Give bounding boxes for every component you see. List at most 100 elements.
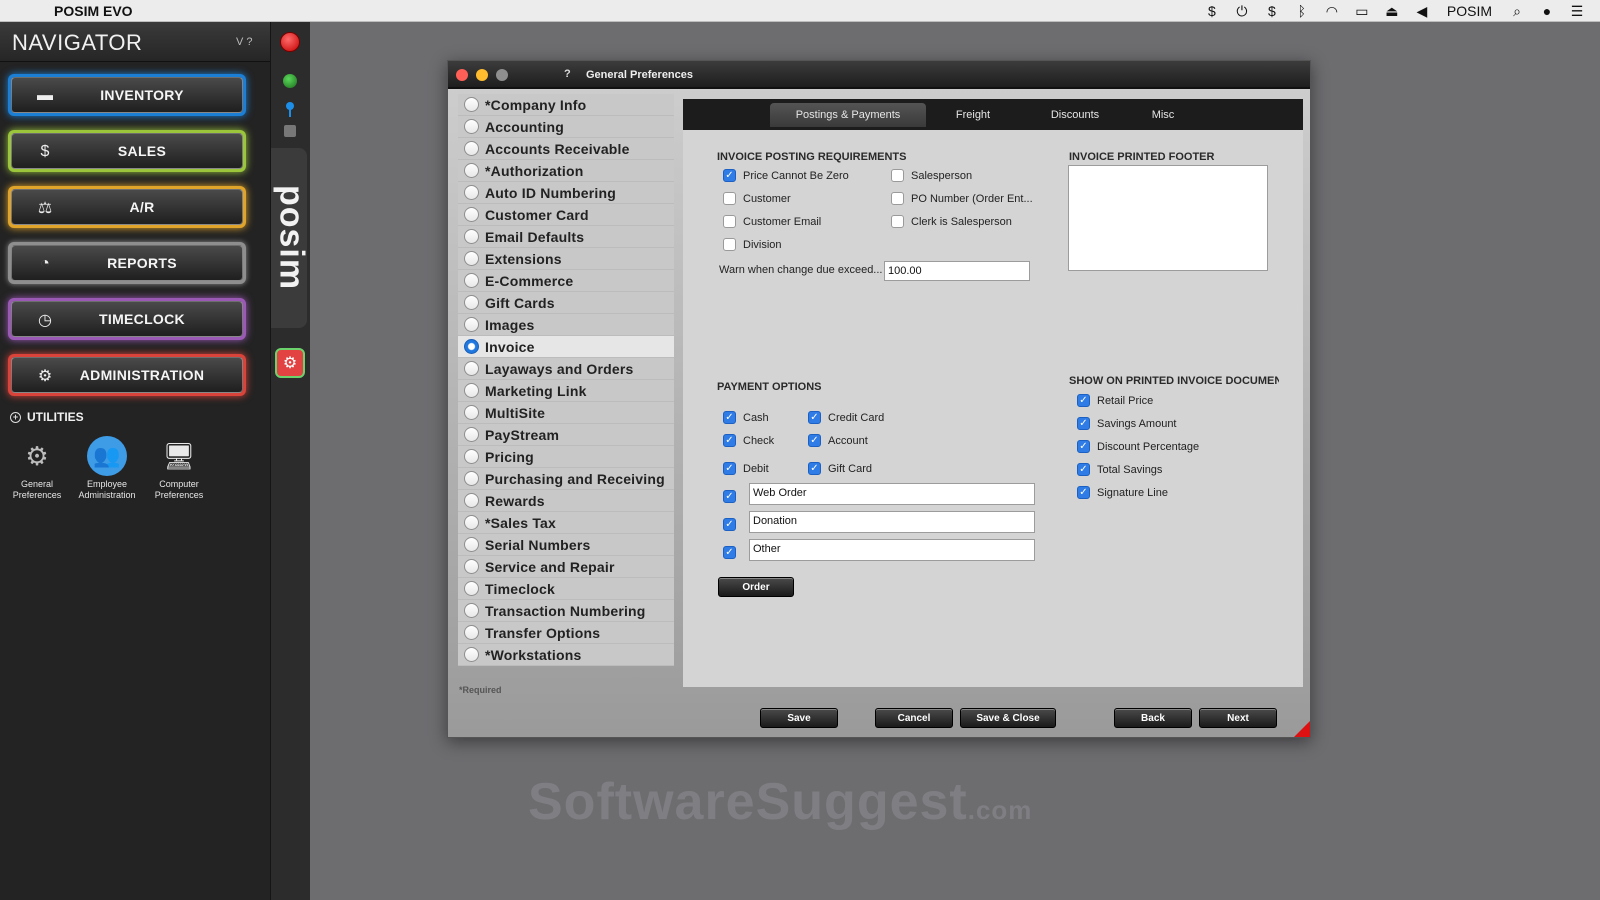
customer-checkbox[interactable]: Customer bbox=[723, 192, 791, 205]
eject-icon[interactable]: ⏏ bbox=[1383, 2, 1401, 20]
resize-grip-icon[interactable] bbox=[1294, 721, 1310, 737]
order-button[interactable]: Order bbox=[718, 577, 794, 597]
radio-icon[interactable] bbox=[464, 97, 479, 112]
custom-payment-2-checkbox[interactable]: ✓ bbox=[723, 518, 743, 531]
division-checkbox[interactable]: Division bbox=[723, 238, 782, 251]
radio-icon[interactable] bbox=[464, 471, 479, 486]
radio-icon[interactable] bbox=[464, 405, 479, 420]
sales-button[interactable]: $ SALES bbox=[8, 130, 246, 172]
price-cannot-be-zero-checkbox[interactable]: ✓ Price Cannot Be Zero bbox=[723, 169, 849, 182]
radio-icon[interactable] bbox=[464, 625, 479, 640]
check-checkbox[interactable]: ✓ Check bbox=[723, 434, 774, 447]
pref-item-extensions[interactable]: Extensions bbox=[458, 248, 674, 270]
pref-item-gift-cards[interactable]: Gift Cards bbox=[458, 292, 674, 314]
tab-discounts[interactable]: Discounts bbox=[1030, 103, 1120, 127]
po-number-checkbox[interactable]: PO Number (Order Ent... bbox=[891, 192, 1033, 205]
pref-item-email-defaults[interactable]: Email Defaults bbox=[458, 226, 674, 248]
cash-checkbox[interactable]: ✓ Cash bbox=[723, 411, 769, 424]
inventory-button[interactable]: ▬ INVENTORY bbox=[8, 74, 246, 116]
radio-icon[interactable] bbox=[464, 537, 479, 552]
next-button[interactable]: Next bbox=[1199, 708, 1277, 728]
radio-icon[interactable] bbox=[464, 295, 479, 310]
radio-icon[interactable] bbox=[464, 383, 479, 398]
pref-item-timeclock[interactable]: Timeclock bbox=[458, 578, 674, 600]
radio-icon[interactable] bbox=[464, 515, 479, 530]
dollar-circle-icon[interactable]: $ bbox=[1203, 2, 1221, 20]
custom-payment-3-input[interactable]: Other bbox=[749, 539, 1035, 561]
discount-percentage-checkbox[interactable]: ✓ Discount Percentage bbox=[1077, 440, 1199, 453]
radio-icon[interactable] bbox=[464, 449, 479, 464]
pref-item-transfer-options[interactable]: Transfer Options bbox=[458, 622, 674, 644]
pref-item-service-and-repair[interactable]: Service and Repair bbox=[458, 556, 674, 578]
employee-administration-utility[interactable]: 👥 Employee Administration bbox=[72, 436, 142, 501]
printed-footer-textarea[interactable] bbox=[1068, 165, 1268, 271]
radio-icon[interactable] bbox=[464, 229, 479, 244]
salesperson-checkbox[interactable]: Salesperson bbox=[891, 169, 972, 182]
timeclock-button[interactable]: ◷ TIMECLOCK bbox=[8, 298, 246, 340]
airplay-icon[interactable]: ▭ bbox=[1353, 2, 1371, 20]
signature-line-checkbox[interactable]: ✓ Signature Line bbox=[1077, 486, 1168, 499]
radio-icon[interactable] bbox=[464, 559, 479, 574]
retail-price-checkbox[interactable]: ✓ Retail Price bbox=[1077, 394, 1153, 407]
pref-item-accounts-receivable[interactable]: Accounts Receivable bbox=[458, 138, 674, 160]
radio-icon[interactable] bbox=[464, 163, 479, 178]
custom-payment-1-input[interactable]: Web Order bbox=[749, 483, 1035, 505]
clerk-is-salesperson-checkbox[interactable]: Clerk is Salesperson bbox=[891, 215, 1012, 228]
bolt-dollar-icon[interactable]: $ bbox=[1263, 2, 1281, 20]
customer-email-checkbox[interactable]: Customer Email bbox=[723, 215, 821, 228]
pref-item-rewards[interactable]: Rewards bbox=[458, 490, 674, 512]
reports-button[interactable]: ◔ REPORTS bbox=[8, 242, 246, 284]
menu-user-name[interactable]: POSIM bbox=[1447, 3, 1492, 19]
close-navigator-icon[interactable] bbox=[280, 32, 300, 52]
radio-icon[interactable] bbox=[464, 339, 479, 354]
custom-payment-2-input[interactable]: Donation bbox=[749, 511, 1035, 533]
navigator-version-help[interactable]: V ? bbox=[236, 36, 253, 48]
radio-icon[interactable] bbox=[464, 317, 479, 332]
pref-item-purchasing-and-receiving[interactable]: Purchasing and Receiving bbox=[458, 468, 674, 490]
settings-gear-icon[interactable]: ⚙ bbox=[275, 348, 305, 378]
radio-icon[interactable] bbox=[464, 361, 479, 376]
savings-amount-checkbox[interactable]: ✓ Savings Amount bbox=[1077, 417, 1177, 430]
lock-icon[interactable] bbox=[284, 125, 296, 137]
power-icon[interactable]: ⏻ bbox=[1233, 2, 1251, 20]
help-icon[interactable]: ? bbox=[564, 68, 571, 80]
pref-item-images[interactable]: Images bbox=[458, 314, 674, 336]
siri-icon[interactable]: ● bbox=[1538, 2, 1556, 20]
radio-icon[interactable] bbox=[464, 207, 479, 222]
custom-payment-3-checkbox[interactable]: ✓ bbox=[723, 546, 743, 559]
pref-item-customer-card[interactable]: Customer Card bbox=[458, 204, 674, 226]
notification-center-icon[interactable]: ☰ bbox=[1568, 2, 1586, 20]
administration-button[interactable]: ⚙ ADMINISTRATION bbox=[8, 354, 246, 396]
radio-icon[interactable] bbox=[464, 603, 479, 618]
pref-item-company-info[interactable]: *Company Info bbox=[458, 94, 674, 116]
pref-item-accounting[interactable]: Accounting bbox=[458, 116, 674, 138]
volume-icon[interactable]: ◀ bbox=[1413, 2, 1431, 20]
radio-icon[interactable] bbox=[464, 493, 479, 508]
cancel-button[interactable]: Cancel bbox=[875, 708, 953, 728]
total-savings-checkbox[interactable]: ✓ Total Savings bbox=[1077, 463, 1162, 476]
tab-freight[interactable]: Freight bbox=[936, 103, 1010, 127]
radio-icon[interactable] bbox=[464, 273, 479, 288]
custom-payment-1-checkbox[interactable]: ✓ bbox=[723, 490, 743, 503]
pref-item-sales-tax[interactable]: *Sales Tax bbox=[458, 512, 674, 534]
pref-item-pricing[interactable]: Pricing bbox=[458, 446, 674, 468]
radio-icon[interactable] bbox=[464, 185, 479, 200]
computer-preferences-utility[interactable]: 🖥 Computer Preferences bbox=[144, 436, 214, 501]
pref-item-workstations[interactable]: *Workstations bbox=[458, 644, 674, 666]
pref-item-e-commerce[interactable]: E-Commerce bbox=[458, 270, 674, 292]
warn-change-due-input[interactable]: 100.00 bbox=[884, 261, 1030, 281]
general-preferences-utility[interactable]: ⚙ General Preferences bbox=[2, 436, 72, 501]
app-menu-name[interactable]: POSIM EVO bbox=[54, 3, 133, 19]
pref-item-invoice[interactable]: Invoice bbox=[458, 336, 674, 358]
radio-icon[interactable] bbox=[464, 251, 479, 266]
pref-item-layaways-and-orders[interactable]: Layaways and Orders bbox=[458, 358, 674, 380]
ar-button[interactable]: ⚖ A/R bbox=[8, 186, 246, 228]
radio-icon[interactable] bbox=[464, 581, 479, 596]
bluetooth-icon[interactable]: ᛒ bbox=[1293, 2, 1311, 20]
save-close-button[interactable]: Save & Close bbox=[960, 708, 1056, 728]
radio-icon[interactable] bbox=[464, 119, 479, 134]
credit-card-checkbox[interactable]: ✓ Credit Card bbox=[808, 411, 884, 424]
pref-item-transaction-numbering[interactable]: Transaction Numbering bbox=[458, 600, 674, 622]
debit-checkbox[interactable]: ✓ Debit bbox=[723, 462, 769, 475]
gift-card-checkbox[interactable]: ✓ Gift Card bbox=[808, 462, 872, 475]
